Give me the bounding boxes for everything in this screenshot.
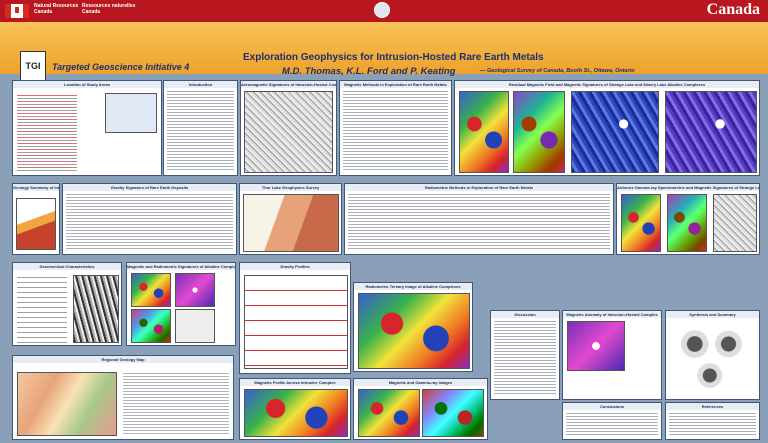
residual-map-3 (571, 91, 659, 173)
crater-panel: Magnetic Anomaly of Intrusion-Hosted Com… (562, 310, 662, 400)
mag-signature-map-4 (175, 309, 215, 343)
residual-field-panel: Residual Magnetic Field and Magnetic Sig… (454, 80, 760, 176)
ternary-map-2 (667, 194, 707, 252)
regional-geology-map (17, 372, 117, 436)
aeromagnetic-map (244, 91, 333, 173)
mag-profile-panel: Magnetic Profile Across Intrusive Comple… (239, 378, 351, 440)
references-panel: References (665, 402, 760, 440)
radiometric-ternary-map (358, 293, 470, 369)
ternary-map-3 (713, 194, 757, 252)
introduction-panel: Introduction (163, 80, 238, 176)
poster-affiliation: — Geological Survey of Canada, Booth St.… (480, 68, 635, 74)
sample-photo (73, 275, 119, 343)
aeromagnetic-panel: Aeromagnetic Signatures of Intrusion-Hos… (240, 80, 337, 176)
residual-map-4 (665, 91, 757, 173)
program-name: Targeted Geoscience Initiative 4 (52, 62, 190, 72)
department-name-fr: Ressources naturelles Canada (82, 3, 136, 15)
poster-banner: TGI Targeted Geoscience Initiative 4 Exp… (0, 22, 768, 81)
canada-wordmark: Canada (706, 1, 760, 18)
gravity-profile-chart (244, 275, 348, 369)
mag-signature-map-1 (131, 273, 171, 307)
residual-map-1 (459, 91, 509, 173)
geologic-section-diagram (16, 198, 56, 250)
discussion-panel: Discussion (490, 310, 560, 400)
synthesis-figures (676, 323, 751, 393)
magnetic-methods-panel: Magnetic Methods in Exploration of Rare … (339, 80, 452, 176)
poster-title: Exploration Geophysics for Intrusion-Hos… (243, 52, 544, 63)
gravity-profiles-panel: Gravity Profiles (239, 262, 351, 374)
residual-map-2 (513, 91, 565, 173)
ternary-panel: Airborne Gamma-ray Spectrometric and Mag… (616, 183, 760, 255)
geology-summary-panel: Geology Summary of Intrusion-Hosted Rare… (12, 183, 60, 255)
color-map-left (358, 389, 420, 437)
gsc-emblem-icon (374, 2, 390, 18)
canada-flag-icon (5, 4, 29, 18)
conclusions-panel: Conclusions (562, 402, 662, 440)
mag-signatures-panel: Magnetic and Radiometric Signatures of A… (126, 262, 236, 346)
tgi-logo: TGI (20, 51, 46, 81)
regional-geology-panel: Regional Geology Map (12, 355, 234, 440)
crater-anomaly-map (567, 321, 625, 371)
chemistry-panel: Geochemical Characteristics (12, 262, 122, 346)
mag-signature-map-2 (175, 273, 215, 307)
department-name-en: Natural Resources Canada (34, 3, 79, 15)
poster-authors: M.D. Thomas, K.L. Ford and P. Keating (282, 66, 456, 77)
location-panel: Location of Study Areas (12, 80, 162, 176)
radiometric-map-panel: Radiometric Ternary Image of Alkaline Co… (353, 282, 473, 372)
color-map-right (422, 389, 484, 437)
mag-profile-map (244, 389, 348, 437)
synthesis-panel: Synthesis and Summary (665, 310, 760, 400)
gravity-panel: Gravity Signature of Rare Earth Deposits (62, 183, 237, 255)
thor-lake-map (243, 194, 339, 252)
mag-signature-map-3 (131, 309, 171, 343)
thor-lake-panel: Thor Lake Geophysics Survey (239, 183, 342, 255)
ternary-map-1 (621, 194, 661, 252)
color-maps-panel: Magnetic and Gamma-ray Images (353, 378, 488, 440)
government-header: Natural Resources Canada Ressources natur… (0, 0, 768, 22)
radiometric-panel: Radiometric Methods in Exploration of Ra… (344, 183, 614, 255)
location-map (105, 93, 157, 133)
